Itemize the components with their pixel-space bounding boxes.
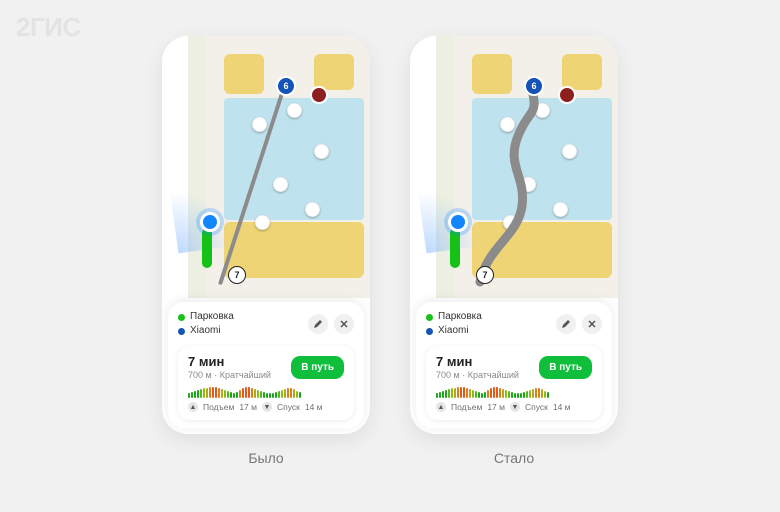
user-location-dot (200, 212, 220, 232)
dot-to-icon (178, 328, 185, 335)
endpoint-from[interactable]: Парковка (426, 310, 550, 324)
route-sheet: Парковка Xiaomi (168, 302, 364, 428)
user-location-dot (448, 212, 468, 232)
caption-after: Стало (494, 450, 534, 466)
edit-route-button[interactable] (556, 314, 576, 334)
caption-before: Было (248, 450, 283, 466)
descent-icon: ▼ (262, 402, 272, 412)
edit-route-button[interactable] (308, 314, 328, 334)
endpoint-to-label: Xiaomi (438, 324, 469, 338)
endpoint-from-label: Парковка (438, 310, 482, 324)
phone-after-wrap: 6 7 Парковка Xiaomi (410, 36, 618, 466)
close-icon (588, 320, 596, 328)
route-duration: 7 мин (436, 354, 519, 369)
route-marker-start: 6 (524, 76, 544, 96)
route-marker-start: 6 (276, 76, 296, 96)
close-route-button[interactable] (582, 314, 602, 334)
route-duration: 7 мин (188, 354, 271, 369)
elevation-stats: ▲ Подъем 17 м ▼ Спуск 14 м (188, 402, 344, 412)
poi-badge (310, 86, 328, 104)
route-card: 7 мин 700 м · Кратчайший В путь ▲ Подъем… (426, 346, 602, 420)
phone-before: 6 7 Парковка Xiaomi (162, 36, 370, 434)
poi-badge (558, 86, 576, 104)
walk-segment (450, 228, 460, 268)
close-route-button[interactable] (334, 314, 354, 334)
dot-from-icon (178, 314, 185, 321)
go-button[interactable]: В путь (291, 356, 344, 379)
route-marker-end: 7 (476, 266, 494, 284)
dot-to-icon (426, 328, 433, 335)
route-sub: 700 м · Кратчайший (188, 370, 271, 380)
route-marker-end: 7 (228, 266, 246, 284)
elevation-bars (188, 386, 344, 398)
route-card: 7 мин 700 м · Кратчайший В путь ▲ Подъем… (178, 346, 354, 420)
endpoint-to-label: Xiaomi (190, 324, 221, 338)
elevation-bars (436, 386, 592, 398)
route-sheet: Парковка Xiaomi (416, 302, 612, 428)
ascent-icon: ▲ (188, 402, 198, 412)
phone-after: 6 7 Парковка Xiaomi (410, 36, 618, 434)
pencil-icon (561, 319, 571, 329)
close-icon (340, 320, 348, 328)
endpoint-to[interactable]: Xiaomi (178, 324, 302, 338)
route-sub: 700 м · Кратчайший (436, 370, 519, 380)
map-before[interactable]: 6 7 (162, 36, 370, 298)
endpoint-from-label: Парковка (190, 310, 234, 324)
comparison-stage: 6 7 Парковка Xiaomi (0, 0, 780, 512)
phone-before-wrap: 6 7 Парковка Xiaomi (162, 36, 370, 466)
go-button[interactable]: В путь (539, 356, 592, 379)
walk-segment (202, 228, 212, 268)
dot-from-icon (426, 314, 433, 321)
pencil-icon (313, 319, 323, 329)
descent-icon: ▼ (510, 402, 520, 412)
endpoint-from[interactable]: Парковка (178, 310, 302, 324)
elevation-stats: ▲ Подъем 17 м ▼ Спуск 14 м (436, 402, 592, 412)
endpoint-to[interactable]: Xiaomi (426, 324, 550, 338)
ascent-icon: ▲ (436, 402, 446, 412)
map-after[interactable]: 6 7 (410, 36, 618, 298)
